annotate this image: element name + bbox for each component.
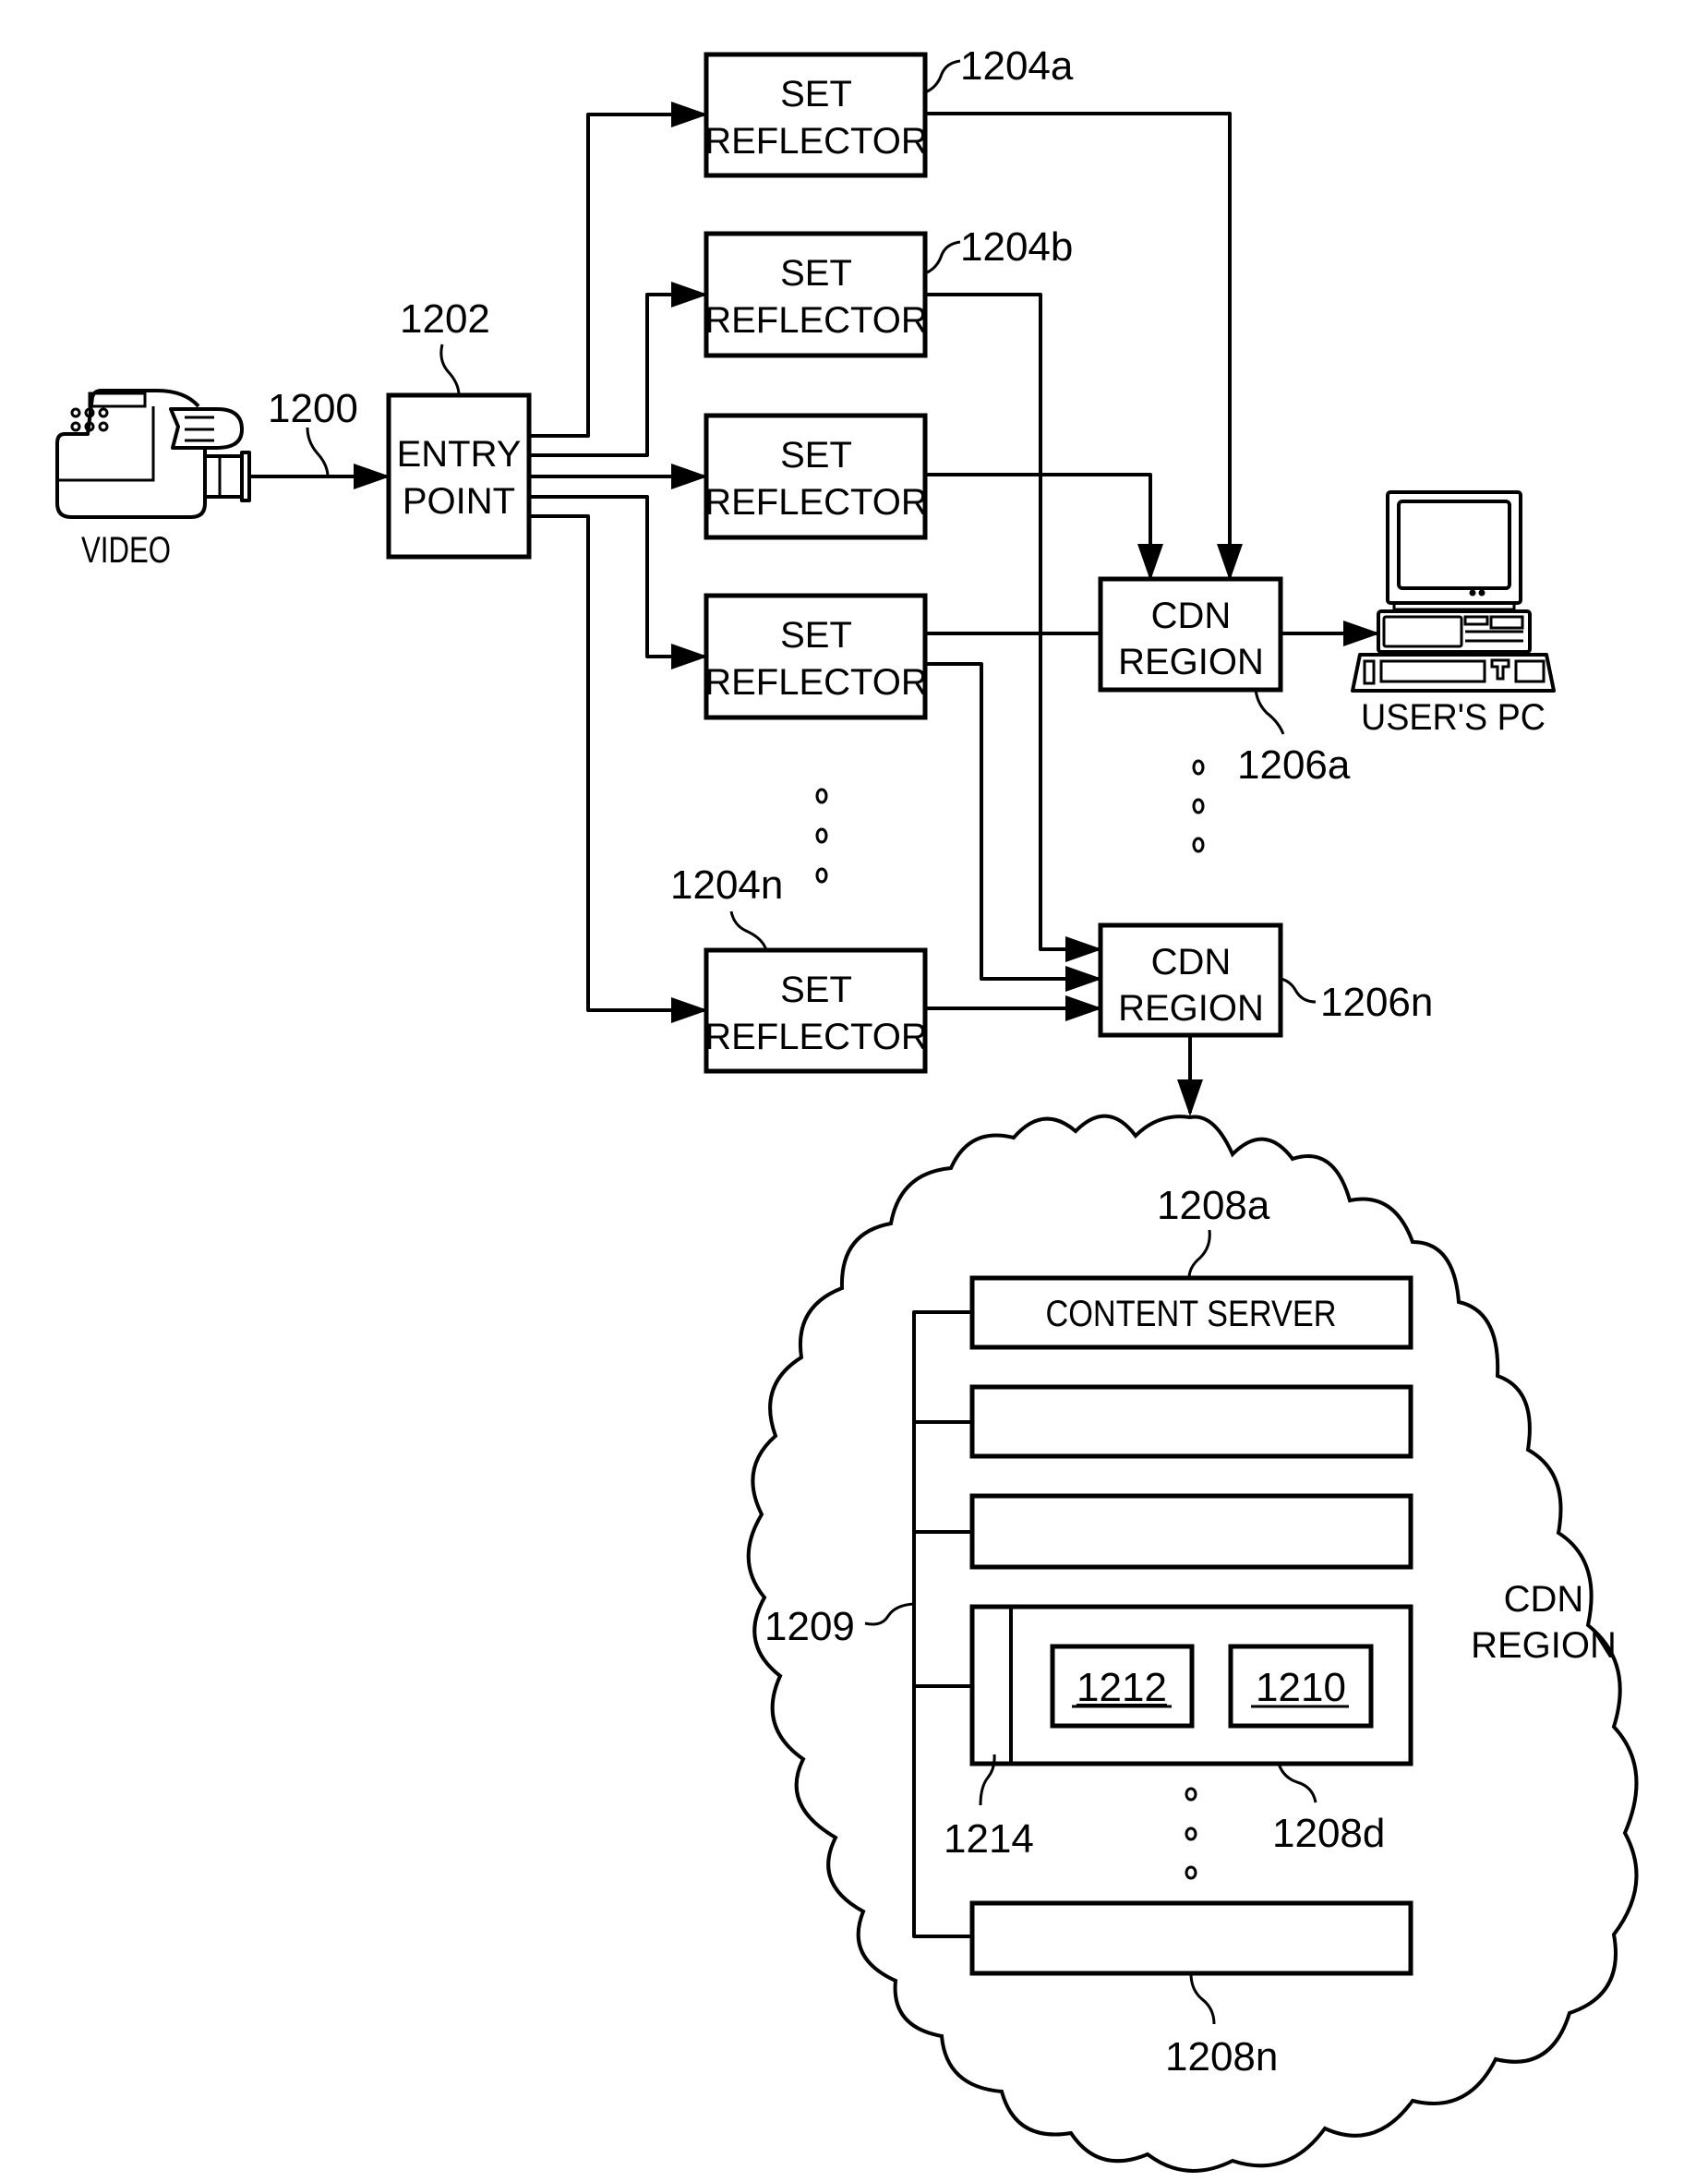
video-camera-icon bbox=[55, 389, 251, 519]
content-server-1208a: CONTENT SERVER bbox=[969, 1275, 1413, 1350]
svg-text:REFLECTOR: REFLECTOR bbox=[704, 482, 928, 523]
ref-1206n: 1206n bbox=[1320, 980, 1433, 1025]
entry-to-reflector-b bbox=[529, 282, 708, 457]
content-server-3 bbox=[969, 1493, 1413, 1570]
ref-1204n: 1204n bbox=[670, 862, 783, 908]
reflector-a-to-cdn-a bbox=[925, 112, 1243, 581]
svg-text:SET: SET bbox=[780, 253, 852, 294]
svg-text:CDN: CDN bbox=[1151, 942, 1232, 983]
content-server-2 bbox=[969, 1384, 1413, 1459]
ref-1206n-leader bbox=[1280, 977, 1317, 1004]
svg-text:CONTENT SERVER: CONTENT SERVER bbox=[1046, 1294, 1337, 1334]
ref-1200: 1200 bbox=[268, 386, 358, 431]
svg-text:REGION: REGION bbox=[1118, 988, 1264, 1029]
reflector-ellipsis bbox=[815, 788, 828, 884]
reflector-d: SET REFLECTOR bbox=[704, 593, 928, 720]
ref-1202-leader bbox=[439, 344, 461, 396]
user-pc-label: USER'S PC bbox=[1361, 697, 1546, 738]
cloud-label-line2: REGION bbox=[1471, 1625, 1617, 1666]
cloud-label-line1: CDN bbox=[1504, 1579, 1584, 1620]
entry-to-reflector-d bbox=[529, 495, 708, 669]
ref-1210: 1210 bbox=[1256, 1665, 1346, 1710]
entry-point-label-line2: POINT bbox=[403, 481, 515, 522]
ref-1204a: 1204a bbox=[960, 43, 1074, 89]
svg-text:SET: SET bbox=[780, 435, 852, 476]
cdn-region-ellipsis bbox=[1192, 759, 1205, 853]
content-server-1208n bbox=[969, 1900, 1413, 1976]
ref-1204n-leader bbox=[729, 910, 768, 951]
content-server-1208d: 1212 1210 bbox=[969, 1604, 1413, 1766]
reflector-b: SET REFLECTOR bbox=[704, 231, 928, 358]
svg-text:REFLECTOR: REFLECTOR bbox=[704, 121, 928, 162]
svg-text:REFLECTOR: REFLECTOR bbox=[704, 300, 928, 341]
desktop-computer-icon bbox=[1351, 490, 1556, 693]
cdn-region-n: CDN REGION bbox=[1098, 922, 1283, 1038]
ref-1200-leader bbox=[306, 427, 330, 477]
svg-text:SET: SET bbox=[780, 74, 852, 115]
ref-1209: 1209 bbox=[764, 1604, 855, 1649]
ref-1208d: 1208d bbox=[1272, 1811, 1385, 1856]
reflector-c: SET REFLECTOR bbox=[704, 413, 928, 540]
ref-1212: 1212 bbox=[1077, 1665, 1167, 1710]
reflector-b-to-cdn-n bbox=[925, 293, 1102, 962]
reflector-d-to-cdn-n bbox=[925, 662, 1102, 992]
svg-text:SET: SET bbox=[780, 615, 852, 656]
ref-1204b-leader bbox=[924, 240, 961, 275]
ref-1208a: 1208a bbox=[1157, 1183, 1270, 1228]
cdn-streaming-diagram: VIDEO 1200 ENTRY POINT 1202 SET REFLECTO… bbox=[55, 43, 1639, 2173]
svg-text:REFLECTOR: REFLECTOR bbox=[704, 1017, 928, 1057]
svg-text:CDN: CDN bbox=[1151, 596, 1232, 636]
svg-text:SET: SET bbox=[780, 970, 852, 1010]
ref-1206a-leader bbox=[1254, 689, 1285, 735]
ref-1202: 1202 bbox=[400, 296, 490, 342]
entry-point-box bbox=[386, 392, 532, 560]
ref-1214: 1214 bbox=[944, 1816, 1034, 1862]
video-label: VIDEO bbox=[81, 530, 171, 571]
reflector-c-to-cdn-a bbox=[925, 473, 1163, 581]
entry-to-reflector-n bbox=[529, 514, 708, 1023]
ref-1208n: 1208n bbox=[1165, 2034, 1278, 2080]
ref-1204a-leader bbox=[924, 59, 961, 94]
reflector-a: SET REFLECTOR bbox=[704, 52, 928, 178]
entry-to-reflector-a bbox=[529, 102, 708, 438]
entry-point-label-line1: ENTRY bbox=[397, 434, 522, 475]
ref-1204b: 1204b bbox=[960, 224, 1073, 270]
svg-text:REFLECTOR: REFLECTOR bbox=[704, 662, 928, 703]
cdn-region-a: CDN REGION bbox=[1098, 576, 1283, 693]
svg-text:REGION: REGION bbox=[1118, 642, 1264, 682]
ref-1206a: 1206a bbox=[1237, 742, 1351, 788]
reflector-n: SET REFLECTOR bbox=[704, 947, 928, 1074]
